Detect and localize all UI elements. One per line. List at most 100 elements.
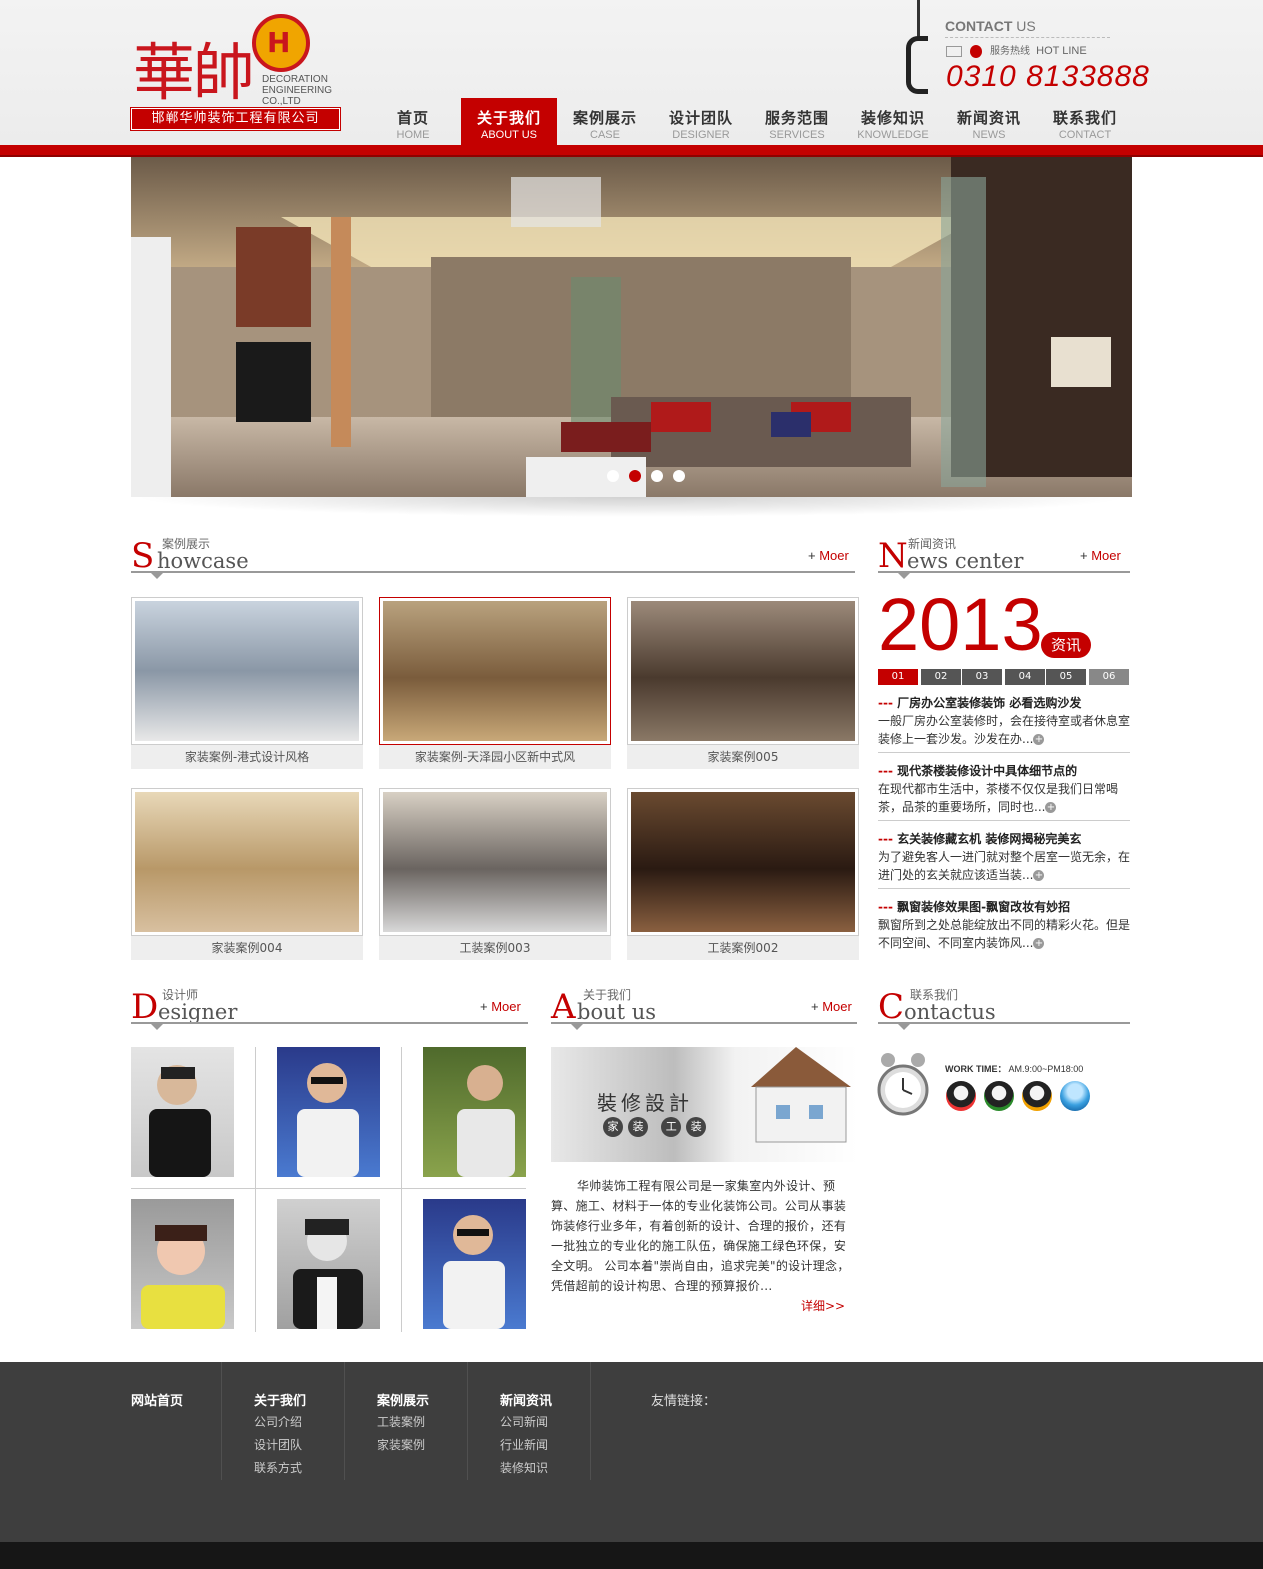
- designer-photo[interactable]: [131, 1047, 234, 1177]
- showcase-item[interactable]: 家装案例-天泽园小区新中式风: [379, 597, 611, 773]
- news-tab[interactable]: 03: [962, 669, 1002, 685]
- nav-item-designer[interactable]: 设计团队 DESIGNER: [653, 98, 749, 145]
- showcase-caption[interactable]: 家装案例005: [627, 745, 859, 769]
- showcase-caption[interactable]: 工装案例003: [379, 936, 611, 960]
- nav-item-case[interactable]: 案例展示 CASE: [557, 98, 653, 145]
- plus-icon[interactable]: +: [1045, 802, 1057, 813]
- footer-heading[interactable]: 案例展示: [377, 1390, 429, 1409]
- showcase-title-rest: howcase: [157, 549, 249, 573]
- about-more-link[interactable]: + Moer: [811, 999, 852, 1014]
- news-title-text: 现代茶楼装修设计中具体细节点的: [897, 764, 1078, 778]
- footer-link[interactable]: 装修知识: [500, 1459, 548, 1476]
- showcase-thumbnail[interactable]: [627, 788, 859, 936]
- showcase-item[interactable]: 家装案例-港式设计风格: [131, 597, 363, 773]
- showcase-caption[interactable]: 工装案例002: [627, 936, 859, 960]
- qq-icon[interactable]: [984, 1081, 1014, 1111]
- plus-icon[interactable]: +: [1033, 734, 1045, 745]
- designer-more-link[interactable]: + Moer: [480, 999, 521, 1014]
- msn-icon[interactable]: [1060, 1081, 1090, 1111]
- banner-dot[interactable]: [629, 470, 641, 482]
- showcase-item[interactable]: 工装案例002: [627, 788, 859, 964]
- news-underline: [878, 571, 1130, 573]
- designer-photo[interactable]: [277, 1047, 380, 1177]
- nav-item-news[interactable]: 新闻资讯 NEWS: [941, 98, 1037, 145]
- banner-dot[interactable]: [673, 470, 685, 482]
- showcase-item[interactable]: 家装案例005: [627, 597, 859, 773]
- footer-link[interactable]: 设计团队: [254, 1436, 302, 1453]
- showcase-photo: [135, 792, 359, 932]
- showcase-thumbnail[interactable]: [379, 788, 611, 936]
- news-more-link[interactable]: + Moer: [1080, 548, 1121, 563]
- news-item-title[interactable]: --- 玄关装修藏玄机 装修网揭秘完美玄: [878, 830, 1130, 848]
- news-tab[interactable]: 01: [878, 669, 918, 685]
- nav-item-en: HOME: [396, 129, 430, 141]
- news-tab[interactable]: 04: [1005, 669, 1045, 685]
- footer-link[interactable]: 工装案例: [377, 1413, 425, 1430]
- showcase-thumbnail[interactable]: [627, 597, 859, 745]
- footer-link[interactable]: 公司介绍: [254, 1413, 302, 1430]
- qq-small-icon[interactable]: [970, 44, 982, 58]
- nav-item-services[interactable]: 服务范围 SERVICES: [749, 98, 845, 145]
- nav-item-home[interactable]: 首页 HOME: [365, 98, 461, 145]
- showcase-caption[interactable]: 家装案例-天泽园小区新中式风: [379, 745, 611, 769]
- house-icon: [751, 1047, 851, 1143]
- qq-icon[interactable]: [1022, 1081, 1052, 1111]
- footer-heading[interactable]: 新闻资讯: [500, 1390, 552, 1409]
- footer-link[interactable]: 家装案例: [377, 1436, 425, 1453]
- showcase-photo: [631, 792, 855, 932]
- about-detail-link[interactable]: 详细>>: [801, 1297, 845, 1314]
- showcase-caption[interactable]: 家装案例-港式设计风格: [131, 745, 363, 769]
- news-tab[interactable]: 05: [1046, 669, 1086, 685]
- nav-item-contact[interactable]: 联系我们 CONTACT: [1037, 98, 1133, 145]
- news-pointer-icon: [898, 573, 910, 579]
- divider: [945, 37, 1110, 38]
- designer-pointer-icon: [151, 1024, 163, 1030]
- qq-icon[interactable]: [946, 1081, 976, 1111]
- showcase-item[interactable]: 家装案例004: [131, 788, 363, 964]
- plus-icon[interactable]: +: [1033, 870, 1045, 881]
- news-title-rest: ews center: [907, 549, 1024, 573]
- about-image[interactable]: 裝修設計 家 装 工 装: [551, 1047, 858, 1162]
- footer-link[interactable]: 公司新闻: [500, 1413, 548, 1430]
- news-tab[interactable]: 06: [1089, 669, 1129, 685]
- footer-link[interactable]: 行业新闻: [500, 1436, 548, 1453]
- logo-text[interactable]: 華帥: [133, 38, 255, 108]
- footer-link[interactable]: 联系方式: [254, 1459, 302, 1476]
- footer-heading[interactable]: 网站首页: [131, 1390, 183, 1409]
- footer: [0, 1362, 1263, 1542]
- hero-banner[interactable]: [131, 157, 1132, 497]
- showcase-more-link[interactable]: + Moer: [808, 548, 849, 563]
- news-tab[interactable]: 02: [921, 669, 961, 685]
- mail-icon[interactable]: [946, 45, 962, 57]
- alarm-clock-icon: [877, 1053, 929, 1116]
- banner-dot[interactable]: [607, 470, 619, 482]
- banner-dot[interactable]: [651, 470, 663, 482]
- news-item[interactable]: --- 厂房办公室装修装饰 必看选购沙发 一般厂房办公室装修时，会在接待室或者休息…: [878, 694, 1130, 748]
- news-item-title[interactable]: --- 飘窗装修效果图-飘窗改妆有妙招: [878, 898, 1130, 916]
- news-item-desc: 为了避免客人一进门就对整个居室一览无余，在进门处的玄关就应该适当装...+: [878, 848, 1130, 884]
- showcase-thumbnail[interactable]: [379, 597, 611, 745]
- showcase-caption[interactable]: 家装案例004: [131, 936, 363, 960]
- showcase-thumbnail[interactable]: [131, 597, 363, 745]
- designer-photo[interactable]: [131, 1199, 234, 1329]
- footer-heading[interactable]: 关于我们: [254, 1390, 306, 1409]
- nav-item-cn: 服务范围: [764, 109, 829, 127]
- logo-mark-icon[interactable]: H: [252, 14, 310, 72]
- about-title-initial: A: [551, 987, 576, 1027]
- designer-photo[interactable]: [423, 1047, 526, 1177]
- plus-icon[interactable]: +: [1033, 938, 1045, 949]
- news-item[interactable]: --- 飘窗装修效果图-飘窗改妆有妙招 飘窗所到之处总能绽放出不同的精彩火花。但是…: [878, 898, 1130, 952]
- news-item[interactable]: --- 玄关装修藏玄机 装修网揭秘完美玄 为了避免客人一进门就对整个居室一览无余，…: [878, 830, 1130, 884]
- showcase-thumbnail[interactable]: [131, 788, 363, 936]
- contact-title-rest: ontactus: [904, 1000, 996, 1024]
- nav-item-knowledge[interactable]: 装修知识 KNOWLEDGE: [845, 98, 941, 145]
- news-item[interactable]: --- 现代茶楼装修设计中具体细节点的 在现代都市生活中，茶楼不仅仅是我们日常喝茶…: [878, 762, 1130, 816]
- news-item-title[interactable]: --- 现代茶楼装修设计中具体细节点的: [878, 762, 1130, 780]
- nav-item-en: CASE: [590, 129, 620, 141]
- logo-en-line-2: ENGINEERING: [262, 85, 333, 96]
- nav-item-about-us[interactable]: 关于我们 ABOUT US: [461, 98, 557, 145]
- showcase-item[interactable]: 工装案例003: [379, 788, 611, 964]
- designer-photo[interactable]: [423, 1199, 526, 1329]
- news-item-title[interactable]: --- 厂房办公室装修装饰 必看选购沙发: [878, 694, 1130, 712]
- designer-photo[interactable]: [277, 1199, 380, 1329]
